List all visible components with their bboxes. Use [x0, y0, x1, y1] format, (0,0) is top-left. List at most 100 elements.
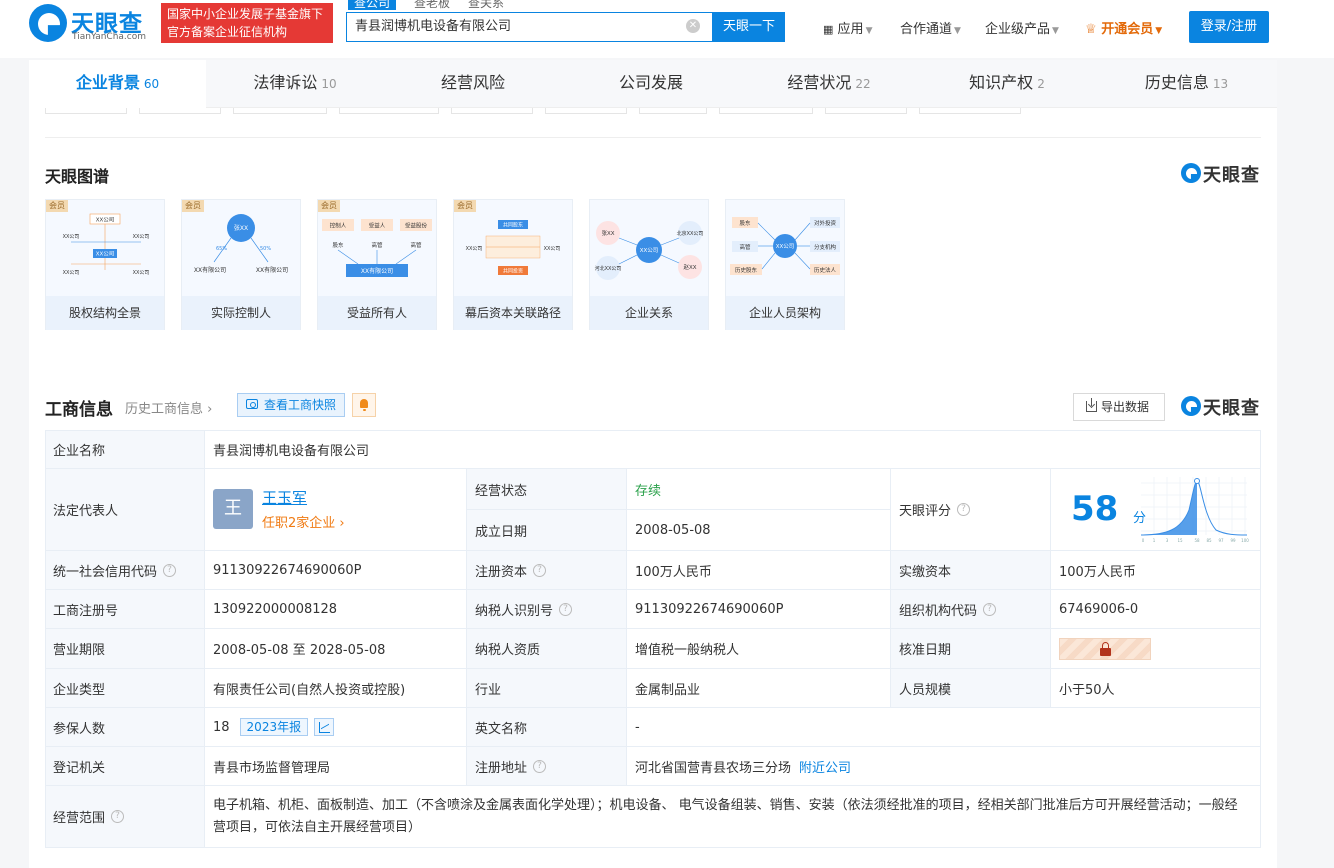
label-term: 营业期限 — [45, 629, 205, 669]
registered-address: 河北省国营青县农场三分场 — [635, 760, 792, 776]
svg-text:股东: 股东 — [739, 219, 751, 227]
clipped-button — [45, 108, 127, 114]
business-term: 2008-05-08 至 2028-05-08 — [205, 629, 467, 669]
graph-card-relations[interactable]: 张XX XX公司 北京XX公司 河北XX公司 赵XX 企业关系 — [589, 199, 709, 330]
nearby-companies-link[interactable]: 附近公司 — [799, 757, 851, 776]
actual-controller-thumbnail: 张XX 65% 50% XX有限公司 XX有限公司 — [194, 214, 288, 274]
vip-tag: 会员 — [46, 200, 68, 212]
help-icon[interactable]: ? — [559, 602, 573, 616]
svg-text:3: 3 — [1166, 538, 1169, 543]
help-icon[interactable]: ? — [111, 810, 125, 823]
clipped-button — [825, 108, 907, 114]
svg-text:共同投资: 共同投资 — [503, 268, 523, 275]
svg-text:XX公司: XX公司 — [133, 270, 150, 276]
capital-path-thumbnail: 共同股东 XX公司 XX公司 共同投资 — [466, 220, 560, 275]
nav-partners[interactable]: 合作通道 ▼ — [900, 18, 961, 37]
svg-text:张XX: 张XX — [234, 224, 248, 232]
business-scope: 电子机箱、机柜、面板制造、加工（不含喷涂及金属表面化学处理）；机电设备、 电气设… — [205, 786, 1261, 848]
legal-rep-name-link[interactable]: 王玉军 — [262, 487, 307, 508]
search-tab-company[interactable]: 查公司 — [348, 0, 397, 10]
label-legal-rep: 法定代表人 — [45, 469, 205, 551]
tab-risk[interactable]: 经营风险 — [384, 60, 562, 108]
legal-rep-positions-link[interactable]: 任职2家企业 › — [262, 512, 345, 531]
graph-card-controller[interactable]: 张XX 65% 50% XX有限公司 XX有限公司 会员 实际控制人 — [181, 199, 301, 330]
svg-text:1: 1 — [1153, 538, 1156, 543]
label-tax-qualification: 纳税人资质 — [467, 629, 627, 669]
svg-text:XX公司: XX公司 — [776, 243, 795, 250]
help-icon[interactable]: ? — [957, 503, 971, 516]
annual-report-year-dropdown[interactable]: 2023年报 — [239, 718, 309, 736]
svg-text:历史法人: 历史法人 — [814, 266, 837, 274]
svg-text:受益股份: 受益股份 — [405, 222, 428, 230]
business-info-table: 企业名称 青县润博机电设备有限公司 法定代表人 王 王玉军 任职2家企业 › 经… — [45, 430, 1261, 848]
avatar: 王 — [213, 489, 253, 529]
clear-search-icon[interactable]: ✕ — [686, 19, 700, 33]
nav-apps[interactable]: ▦ 应用 ▼ — [823, 18, 872, 37]
login-register-button[interactable]: 登录/注册 — [1189, 11, 1269, 43]
graph-card-capital-path[interactable]: 共同股东 XX公司 XX公司 共同投资 会员 幕后资本关联路径 — [453, 199, 573, 330]
svg-text:XX公司: XX公司 — [63, 234, 80, 240]
svg-text:58: 58 — [1194, 538, 1200, 543]
score-value: 58 — [1071, 489, 1119, 529]
svg-text:99: 99 — [1230, 538, 1236, 543]
logo-eye-icon — [29, 4, 67, 42]
search-tab-boss[interactable]: 查老板 — [414, 0, 450, 10]
trend-chart-icon[interactable] — [314, 718, 335, 736]
equity-structure-thumbnail: XX公司 XX公司 XX公司 XX公司 XX公司 XX公司 — [63, 213, 150, 276]
label-business-scope: 经营范围? — [45, 786, 205, 848]
svg-text:历史股东: 历史股东 — [735, 266, 758, 274]
insured-cell: 18 2023年报 — [205, 708, 467, 747]
clipped-button — [139, 108, 221, 114]
export-data-button[interactable]: 导出数据 — [1073, 393, 1165, 421]
status-value: 存续 — [627, 469, 891, 510]
svg-text:共同股东: 共同股东 — [503, 222, 523, 229]
svg-text:高管: 高管 — [410, 241, 422, 249]
tab-ip[interactable]: 知识产权 2 — [918, 60, 1096, 108]
svg-text:高管: 高管 — [739, 243, 751, 251]
label-company-name: 企业名称 — [45, 430, 205, 469]
vip-tag: 会员 — [318, 200, 340, 212]
search-button[interactable]: 天眼一下 — [713, 12, 785, 42]
lock-icon[interactable] — [1059, 637, 1151, 660]
graph-card-beneficiary[interactable]: 控制人 受益人 受益股份 股东 高管 高管 XX有限公司 会员 受益所有人 — [317, 199, 437, 330]
camera-icon — [246, 399, 258, 409]
clipped-button — [339, 108, 439, 114]
svg-text:65%: 65% — [216, 246, 227, 252]
label-staff-size: 人员规模 — [891, 669, 1051, 708]
search-tab-relation[interactable]: 查关系 — [468, 0, 504, 10]
vip-tag: 会员 — [182, 200, 204, 212]
nav-vip[interactable]: ♕ 开通会员 ▼ — [1085, 18, 1162, 37]
score-cell[interactable]: 58 分 0 1 3 15 58 85 97 99 100 — [1051, 469, 1261, 551]
clipped-button — [545, 108, 627, 114]
svg-text:XX有限公司: XX有限公司 — [194, 266, 226, 274]
bell-icon[interactable] — [352, 393, 376, 417]
view-snapshot-button[interactable]: 查看工商快照 — [237, 393, 345, 417]
svg-text:XX公司: XX公司 — [640, 247, 659, 254]
graph-card-equity[interactable]: XX公司 XX公司 XX公司 XX公司 XX公司 XX公司 会员 股权结构全景 — [45, 199, 165, 330]
graph-card-personnel[interactable]: 股东 高管 历史股东 XX公司 对外投资 分支机构 历史法人 企业人员架构 — [725, 199, 845, 330]
tianyancha-logo[interactable]: 天眼查 TianYanCha.com — [29, 4, 155, 44]
help-icon[interactable]: ? — [533, 563, 547, 577]
svg-text:XX公司: XX公司 — [466, 246, 483, 252]
help-icon[interactable]: ? — [533, 759, 547, 773]
tab-background[interactable]: 企业背景 60 — [29, 60, 206, 108]
personnel-structure-thumbnail: 股东 高管 历史股东 XX公司 对外投资 分支机构 历史法人 — [730, 217, 840, 275]
chevron-right-icon: › — [203, 402, 213, 417]
help-icon[interactable]: ? — [983, 602, 997, 616]
history-biz-info-link[interactable]: 历史工商信息 › — [125, 398, 212, 417]
tab-development[interactable]: 公司发展 — [562, 60, 740, 108]
beneficiary-thumbnail: 控制人 受益人 受益股份 股东 高管 高管 XX有限公司 — [322, 219, 432, 277]
tab-operation[interactable]: 经营状况 22 — [740, 60, 918, 108]
vip-tag: 会员 — [454, 200, 476, 212]
paid-capital: 100万人民币 — [1051, 551, 1261, 590]
org-code: 67469006-0 — [1051, 590, 1261, 629]
tab-legal[interactable]: 法律诉讼 10 — [206, 60, 384, 108]
svg-text:15: 15 — [1177, 538, 1183, 543]
enterprise-relations-thumbnail: 张XX XX公司 北京XX公司 河北XX公司 赵XX — [595, 221, 703, 280]
nav-enterprise-products[interactable]: 企业级产品 ▼ — [985, 18, 1059, 37]
tab-history[interactable]: 历史信息 13 — [1096, 60, 1277, 108]
biz-info-title: 工商信息 — [45, 400, 113, 420]
help-icon[interactable]: ? — [163, 563, 177, 577]
search-input[interactable]: 青县润博机电设备有限公司 — [346, 12, 713, 42]
graph-card-label: 企业人员架构 — [726, 296, 844, 330]
